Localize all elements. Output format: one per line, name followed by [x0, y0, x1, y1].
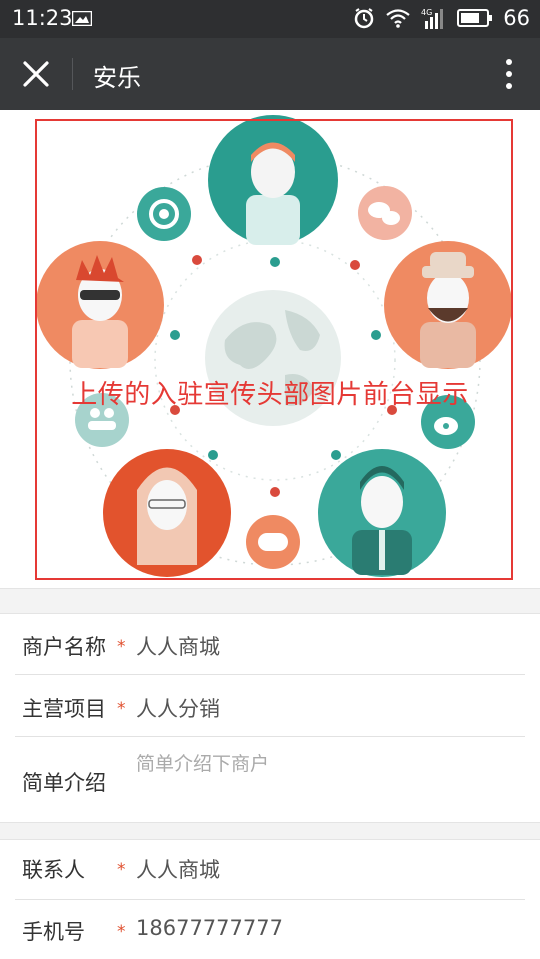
- banner-highlight-frame: [35, 119, 513, 580]
- field-label: 手机号: [22, 920, 85, 944]
- battery-icon: [457, 9, 493, 27]
- field-phone[interactable]: 手机号 * 18677777777: [0, 900, 540, 959]
- field-label: 主营项目: [22, 697, 106, 721]
- required-marker: *: [117, 922, 126, 942]
- close-icon[interactable]: [16, 56, 56, 92]
- required-marker: *: [117, 637, 126, 657]
- battery-level: 66: [503, 6, 530, 30]
- header-banner: 上传的入驻宣传头部图片前台显示: [0, 110, 540, 588]
- contact-input[interactable]: 人人商城: [136, 854, 220, 884]
- alarm-icon: [355, 8, 374, 29]
- svg-text:4G: 4G: [421, 8, 432, 17]
- banner-caption: 上传的入驻宣传头部图片前台显示: [71, 380, 469, 410]
- merchant-name-input[interactable]: 人人商城: [136, 631, 220, 661]
- introduction-textarea[interactable]: 简单介绍下商户: [136, 749, 269, 776]
- field-merchant-name[interactable]: 商户名称 * 人人商城: [0, 613, 540, 675]
- page-title: 安乐: [93, 64, 141, 92]
- field-contact[interactable]: 联系人 * 人人商城: [0, 838, 540, 900]
- wifi-icon: [386, 9, 410, 28]
- section-divider: [0, 588, 540, 614]
- nav-bar: 安乐: [0, 38, 540, 110]
- required-marker: *: [117, 699, 126, 719]
- phone-input[interactable]: 18677777777: [136, 916, 283, 940]
- field-label: 联系人: [22, 858, 85, 882]
- field-introduction[interactable]: 简单介绍 简单介绍下商户: [0, 737, 540, 822]
- field-main-business[interactable]: 主营项目 * 人人分销: [0, 675, 540, 737]
- main-business-input[interactable]: 人人分销: [136, 693, 220, 723]
- status-bar: 11:23 4G 66: [0, 0, 540, 38]
- field-label: 简单介绍: [22, 771, 106, 795]
- status-time: 11:23: [12, 6, 73, 30]
- status-indicators: 4G 66: [353, 6, 530, 30]
- image-notification-icon: [72, 11, 92, 26]
- signal-4g-icon: 4G: [421, 8, 444, 29]
- more-options-icon[interactable]: [504, 56, 514, 92]
- field-label: 商户名称: [22, 635, 106, 659]
- nav-divider: [72, 58, 73, 90]
- required-marker: *: [117, 860, 126, 880]
